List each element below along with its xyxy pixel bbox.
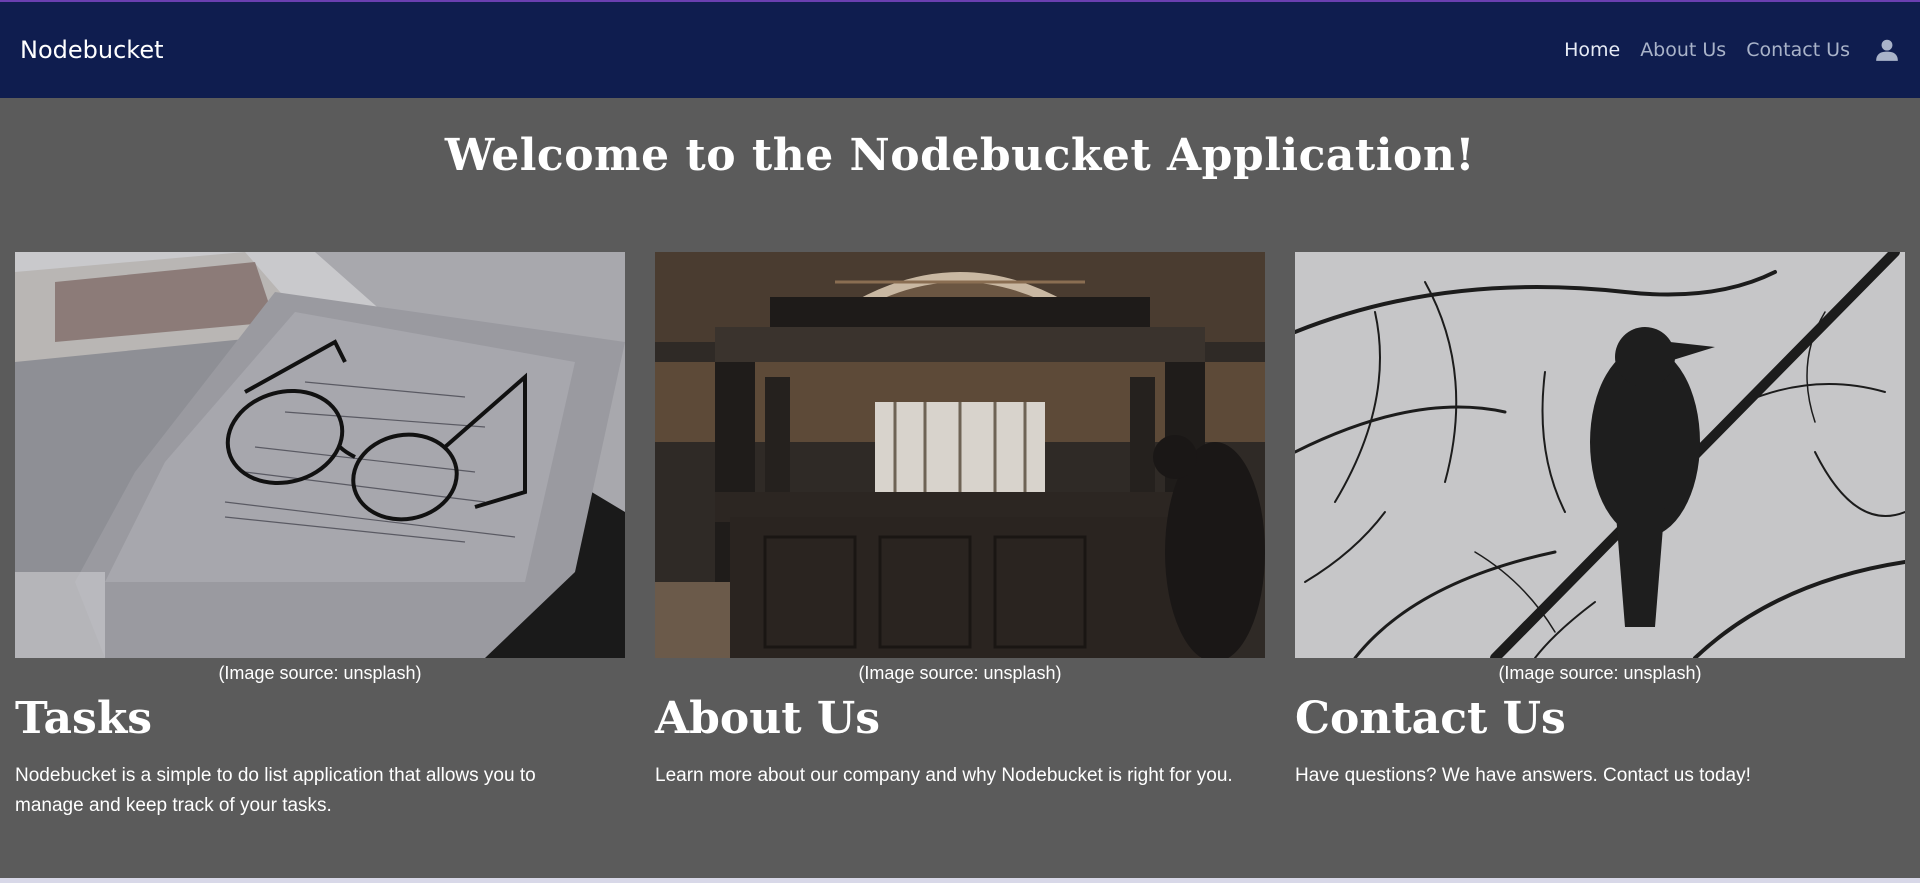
nav-link-home[interactable]: Home [1564,39,1620,61]
card-about-us: (Image source: unsplash) About Us Learn … [655,252,1265,791]
card-image-tasks [15,252,625,658]
navbar: Nodebucket Home About Us Contact Us [0,2,1920,98]
card-title-contact-us: Contact Us [1295,693,1566,744]
bottom-strip [0,878,1920,883]
page-title: Welcome to the Nodebucket Application! [444,130,1476,181]
card-contact-us: (Image source: unsplash) Contact Us Have… [1295,252,1905,791]
nav-link-about-us[interactable]: About Us [1640,39,1726,61]
brand-link[interactable]: Nodebucket [20,36,164,64]
card-title-tasks: Tasks [15,693,153,744]
card-image-about-us [655,252,1265,658]
card-image-contact-us [1295,252,1905,658]
user-icon[interactable] [1874,37,1900,63]
nav-link-contact-us[interactable]: Contact Us [1746,39,1850,61]
image-caption: (Image source: unsplash) [1498,663,1702,683]
card-text-contact-us: Have questions? We have answers. Contact… [1295,765,1751,787]
card-text-tasks: Nodebucket is a simple to do list applic… [15,765,536,817]
image-caption: (Image source: unsplash) [218,663,422,683]
card-tasks: (Image source: unsplash) Tasks Nodebucke… [15,252,625,821]
nav-links: Home About Us Contact Us [1564,37,1900,63]
card-title-about-us: About Us [655,693,881,744]
main-content: Welcome to the Nodebucket Application! (… [0,98,1920,878]
image-caption: (Image source: unsplash) [858,663,1062,683]
card-text-about-us: Learn more about our company and why Nod… [655,765,1233,787]
